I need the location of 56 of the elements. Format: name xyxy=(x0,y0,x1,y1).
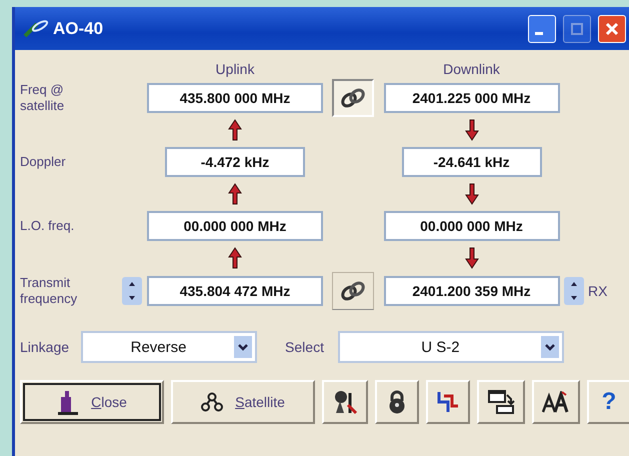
up-arrow-icon xyxy=(228,119,242,141)
close-icon xyxy=(605,22,619,36)
font-size-icon xyxy=(542,391,570,413)
row-label: Freq @ satellite xyxy=(20,82,66,114)
minimize-icon xyxy=(535,32,543,35)
column-heading: Uplink xyxy=(216,61,254,77)
tools-icon xyxy=(332,389,358,415)
swap-button[interactable] xyxy=(477,380,525,424)
downlink-field[interactable]: 2401.225 000 MHz xyxy=(384,83,560,113)
steps-button[interactable] xyxy=(426,380,470,424)
up-arrow-icon xyxy=(228,183,242,205)
uplink-field[interactable]: -4.472 kHz xyxy=(165,147,305,177)
spin-buttons[interactable] xyxy=(122,277,142,305)
chain-link-icon xyxy=(340,279,366,303)
tools-button[interactable] xyxy=(322,380,368,424)
row-label: Doppler xyxy=(20,154,67,170)
help-button[interactable]: ? xyxy=(587,380,629,424)
down-arrow-icon xyxy=(464,119,478,141)
spin-buttons[interactable] xyxy=(564,277,584,305)
column-heading: Downlink xyxy=(443,61,500,77)
downlink-field[interactable]: 00.000 000 MHz xyxy=(384,211,560,241)
down-caret-icon xyxy=(568,294,580,302)
down-arrow-icon xyxy=(464,183,478,205)
network-nodes-icon xyxy=(201,392,224,412)
down-caret-icon xyxy=(126,294,138,302)
chain-link-icon xyxy=(340,86,366,110)
linkage-dropdown[interactable]: Reverse xyxy=(81,331,258,363)
uplink-field[interactable]: 00.000 000 MHz xyxy=(147,211,323,241)
satellite-button[interactable]: Satellite xyxy=(171,380,315,424)
door-icon xyxy=(57,389,80,415)
maximize-icon xyxy=(570,22,584,36)
select-label: Select xyxy=(285,339,324,355)
row-label: L.O. freq. xyxy=(20,218,76,234)
step-lines-icon xyxy=(436,390,460,414)
satellite-dropdown[interactable]: U S-2 xyxy=(338,331,564,363)
up-caret-icon xyxy=(568,280,580,288)
close-button[interactable]: Close xyxy=(20,380,164,424)
linkage-label: Linkage xyxy=(20,339,70,355)
rx-label: RX xyxy=(588,283,608,299)
up-caret-icon xyxy=(126,280,138,288)
window-swap-icon xyxy=(487,389,515,415)
down-arrow-icon xyxy=(464,247,478,269)
downlink-field[interactable]: 2401.200 359 MHz xyxy=(384,276,560,306)
window-title: AO-40 xyxy=(53,18,104,38)
satellite-icon xyxy=(23,20,49,38)
lock-button[interactable] xyxy=(375,380,419,424)
up-arrow-icon xyxy=(228,247,242,269)
minimize-button[interactable] xyxy=(528,14,556,42)
uplink-field[interactable]: 435.804 472 MHz xyxy=(147,276,323,306)
font-button[interactable] xyxy=(532,380,580,424)
link-button[interactable] xyxy=(332,272,374,310)
close-button[interactable] xyxy=(598,14,626,42)
uplink-field[interactable]: 435.800 000 MHz xyxy=(147,83,323,113)
link-button[interactable] xyxy=(332,79,374,117)
downlink-field[interactable]: -24.641 kHz xyxy=(402,147,542,177)
row-label: Transmit frequency xyxy=(20,275,78,307)
